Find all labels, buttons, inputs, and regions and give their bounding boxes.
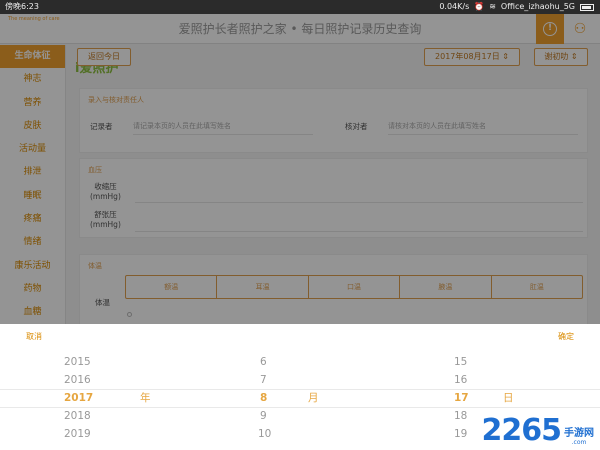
battery-icon [580,3,594,11]
modal-overlay[interactable] [0,14,600,324]
picker-row[interactable]: 2016 7 16 [0,371,600,389]
status-time: 傍晚6:23 [5,2,39,11]
wifi-icon: ≋ [489,2,496,11]
day-selected[interactable]: 17 [454,389,469,407]
month-option[interactable]: 7 [260,371,267,389]
day-option[interactable]: 19 [454,425,467,443]
date-picker: 取消 确定 2015 6 15 2016 7 16 2017 年 8 月 17 … [0,324,600,450]
day-unit: 日 [503,392,514,404]
month-unit: 月 [308,392,319,404]
watermark-number: 2265 [481,413,562,448]
month-option[interactable]: 6 [260,353,267,371]
confirm-button[interactable]: 确定 [558,331,574,342]
year-option[interactable]: 2019 [64,425,91,443]
network-speed: 0.04K/s [439,2,470,11]
picker-row[interactable]: 2015 6 15 [0,353,600,371]
month-selected[interactable]: 8 [260,389,267,407]
watermark-logo: 2265 手游网 .com [481,413,595,448]
day-option[interactable]: 15 [454,353,467,371]
status-right: 0.04K/s ⏰ ≋ Office_izhaohu_5G [439,0,594,14]
watermark-side: 手游网 .com [564,424,594,446]
watermark-cn: 手游网 [564,428,594,439]
year-option[interactable]: 2018 [64,407,91,425]
year-selected[interactable]: 2017 [64,389,93,407]
network-name: Office_izhaohu_5G [500,2,575,11]
year-option[interactable]: 2016 [64,371,91,389]
year-unit: 年 [140,392,151,404]
year-option[interactable]: 2015 [64,353,91,371]
day-option[interactable]: 18 [454,407,467,425]
cancel-button[interactable]: 取消 [26,331,42,342]
picker-header: 取消 确定 [0,324,600,350]
watermark-url: .com [571,439,587,446]
alarm-icon: ⏰ [474,2,485,11]
picker-selected-row[interactable]: 2017 年 8 月 17 日 [0,389,600,407]
month-option[interactable]: 10 [258,425,271,443]
day-option[interactable]: 16 [454,371,467,389]
status-bar: 傍晚6:23 0.04K/s ⏰ ≋ Office_izhaohu_5G [0,0,600,14]
month-option[interactable]: 9 [260,407,267,425]
